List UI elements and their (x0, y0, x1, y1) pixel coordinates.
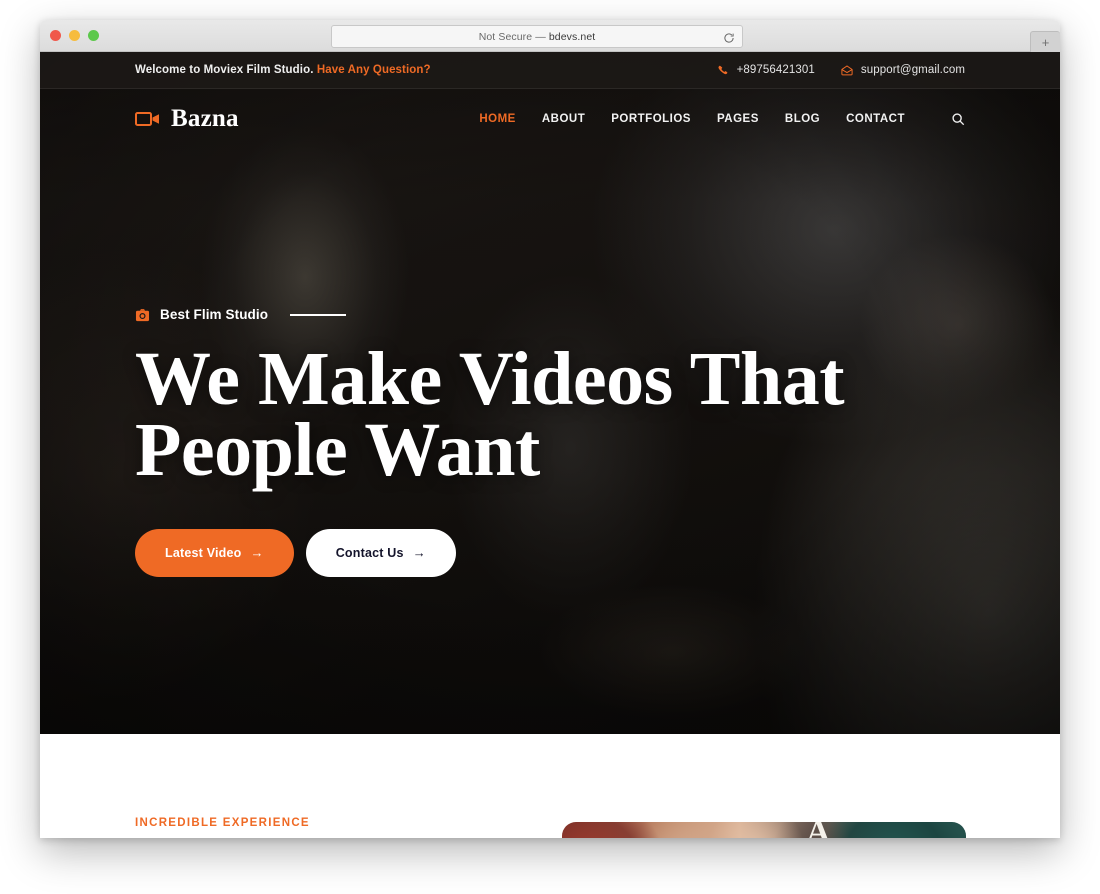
nav-links: HOME ABOUT PORTFOLIOS PAGES BLOG CONTACT (479, 112, 965, 126)
hero-eyebrow: Best Flim Studio (135, 307, 965, 322)
url-text: Not Secure — bdevs.net (479, 31, 596, 43)
envelope-icon (841, 64, 853, 76)
minimize-window-button[interactable] (69, 30, 80, 41)
new-tab-button[interactable]: + (1030, 31, 1060, 52)
section-eyebrow-label: INCREDIBLE EXPERIENCE (135, 817, 310, 829)
hero-section: Welcome to Moviex Film Studio. Have Any … (40, 52, 1060, 734)
top-utility-bar: Welcome to Moviex Film Studio. Have Any … (40, 52, 1060, 89)
nav-item-portfolios[interactable]: PORTFOLIOS (611, 113, 691, 125)
latest-video-button[interactable]: Latest Video → (135, 528, 294, 577)
desktop-backdrop: Not Secure — bdevs.net + Welcome to Movi… (0, 0, 1100, 894)
close-window-button[interactable] (50, 30, 61, 41)
url-host: bdevs.net (548, 30, 596, 43)
email-contact[interactable]: support@gmail.com (841, 64, 965, 76)
browser-titlebar: Not Secure — bdevs.net + (40, 20, 1060, 52)
image-letter-overlay: A (806, 822, 832, 838)
have-any-question-link[interactable]: Have Any Question? (317, 64, 431, 76)
contact-us-label: Contact Us (335, 545, 404, 560)
hero-eyebrow-text: Best Flim Studio (160, 307, 269, 322)
phone-number: +89756421301 (736, 64, 815, 76)
reload-icon[interactable] (723, 31, 735, 43)
site-logo[interactable]: Bazna (135, 105, 239, 133)
email-address: support@gmail.com (860, 64, 965, 76)
arrow-right-icon: → (412, 545, 426, 561)
phone-icon (718, 65, 729, 76)
main-navigation: Bazna HOME ABOUT PORTFOLIOS PAGES BLOG C… (40, 89, 1060, 149)
latest-video-label: Latest Video (165, 545, 242, 560)
welcome-text: Welcome to Moviex Film Studio. (135, 64, 314, 76)
maximize-window-button[interactable] (88, 30, 99, 41)
viewport-bottom-fade (40, 838, 1060, 894)
browser-window: Not Secure — bdevs.net + Welcome to Movi… (40, 20, 1060, 838)
photo-camera-icon (135, 308, 150, 322)
nav-item-contact[interactable]: CONTACT (846, 113, 905, 125)
security-status: Not Secure — (478, 30, 549, 43)
section-feature-image: A (562, 822, 966, 838)
eyebrow-rule (290, 313, 347, 316)
nav-item-about[interactable]: ABOUT (542, 113, 585, 125)
welcome-message: Welcome to Moviex Film Studio. Have Any … (135, 64, 431, 76)
hero-title-line-1: We Make Videos That (135, 337, 845, 421)
nav-item-blog[interactable]: BLOG (785, 113, 820, 125)
hero-content: Best Flim Studio We Make Videos That Peo… (40, 307, 1060, 577)
hero-cta-group: Latest Video → Contact Us → (135, 528, 965, 577)
phone-contact[interactable]: +89756421301 (718, 64, 815, 76)
nav-item-home[interactable]: HOME (479, 113, 516, 125)
page-viewport: Welcome to Moviex Film Studio. Have Any … (40, 52, 1060, 838)
contact-us-button[interactable]: Contact Us → (305, 528, 456, 577)
hero-title-line-2: People Want (135, 408, 540, 493)
hero-title: We Make Videos That People Want (135, 337, 965, 493)
incredible-experience-section: INCREDIBLE EXPERIENCE A (40, 734, 1060, 838)
nav-item-pages[interactable]: PAGES (717, 113, 759, 125)
arrow-right-icon: → (250, 545, 264, 561)
video-camera-icon (135, 110, 161, 128)
address-bar[interactable]: Not Secure — bdevs.net (331, 25, 743, 48)
contact-info-group: +89756421301 support@gmail.com (718, 64, 965, 76)
brand-name: Bazna (171, 105, 239, 132)
window-controls[interactable] (50, 20, 99, 51)
search-icon[interactable] (951, 112, 965, 126)
